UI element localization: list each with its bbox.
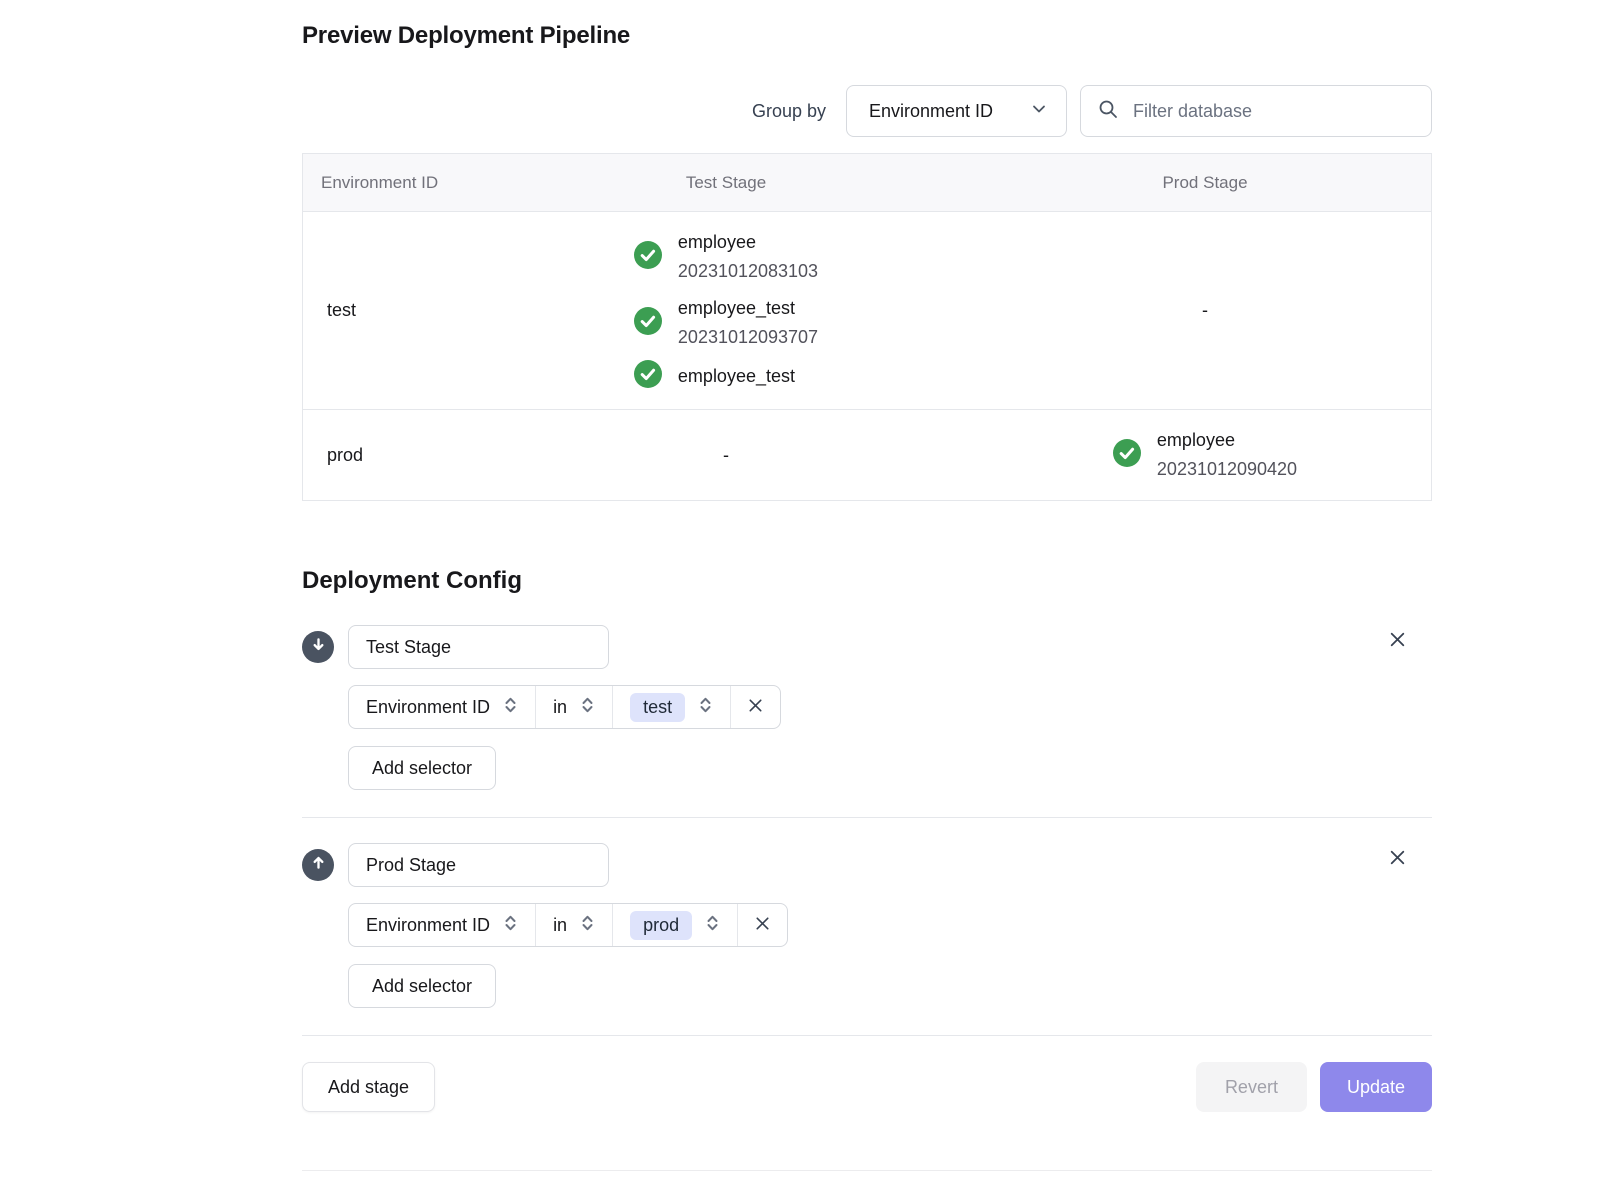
database-version: 20231012083103 [678,257,818,286]
database-name: employee [678,228,818,257]
sort-chevrons-icon [503,913,518,938]
selector-operator-select[interactable]: in [535,686,612,728]
remove-stage-button[interactable] [1383,843,1412,875]
selector-value-select[interactable]: test [612,686,730,728]
selector-value-select[interactable]: prod [612,904,737,946]
test-stage-empty: - [473,445,979,466]
test-stage-cell: employee 20231012083103 employee_test 20… [473,212,979,409]
add-stage-button[interactable]: Add stage [302,1062,435,1112]
prod-stage-empty: - [979,300,1431,321]
chevron-down-icon [1030,100,1048,123]
selector-operator-value: in [553,915,567,936]
deployment-item: employee_test 20231012093707 [634,294,818,352]
database-version: 20231012093707 [678,323,818,352]
deployment-item: employee_test [634,360,795,393]
close-icon [753,914,772,936]
move-stage-down-button[interactable] [302,631,334,663]
bottom-divider [302,1170,1432,1171]
close-icon [1387,638,1408,653]
remove-selector-button[interactable] [730,686,780,728]
sort-chevrons-icon [580,913,595,938]
remove-selector-button[interactable] [737,904,787,946]
page-title: Preview Deployment Pipeline [302,0,1432,50]
filter-database-box [1080,85,1432,137]
main-content: Preview Deployment Pipeline Group by Env… [302,0,1432,1171]
close-icon [746,696,765,718]
sort-chevrons-icon [503,695,518,720]
database-name: employee_test [678,362,795,391]
update-button[interactable]: Update [1320,1062,1432,1112]
deployment-config-title: Deployment Config [302,567,1432,595]
selector-key-value: Environment ID [366,697,490,718]
sort-chevrons-icon [580,695,595,720]
remove-stage-button[interactable] [1383,625,1412,657]
sort-chevrons-icon [705,913,720,938]
move-stage-up-button[interactable] [302,849,334,881]
environment-name: test [303,300,473,321]
database-version: 20231012090420 [1157,455,1297,484]
selector-expression: Environment ID in prod [348,903,788,947]
deployment-item: employee 20231012090420 [1113,426,1297,484]
revert-button[interactable]: Revert [1196,1062,1307,1112]
table-row: prod - employee 20231012090420 [303,410,1431,500]
stage-name-input[interactable] [348,625,609,669]
database-name: employee_test [678,294,818,323]
table-header: Environment ID Test Stage Prod Stage [303,154,1431,212]
divider [302,817,1432,818]
check-circle-icon [634,307,662,340]
add-selector-button[interactable]: Add selector [348,746,496,790]
close-icon [1387,856,1408,871]
group-by-select[interactable]: Environment ID [846,85,1067,137]
config-footer: Add stage Revert Update [302,1062,1432,1112]
arrow-up-icon [310,854,327,876]
column-header-environment-id: Environment ID [303,173,473,193]
sort-chevrons-icon [698,695,713,720]
stage-name-input[interactable] [348,843,609,887]
arrow-down-icon [310,636,327,658]
table-row: test employee 20231012083103 [303,212,1431,410]
stage-config-prod: Environment ID in prod [302,843,1432,1008]
add-selector-button[interactable]: Add selector [348,964,496,1008]
column-header-test-stage: Test Stage [473,173,979,193]
deployment-item: employee 20231012083103 [634,228,818,286]
selector-key-select[interactable]: Environment ID [349,904,535,946]
check-circle-icon [634,241,662,274]
stage-config-test: Environment ID in test [302,625,1432,790]
group-by-selected-value: Environment ID [869,101,993,122]
pipeline-table: Environment ID Test Stage Prod Stage tes… [302,153,1432,501]
environment-name: prod [303,445,473,466]
group-by-label: Group by [752,101,826,122]
search-icon [1098,99,1118,124]
pipeline-controls: Group by Environment ID [302,85,1432,137]
selector-operator-value: in [553,697,567,718]
prod-stage-cell: employee 20231012090420 [979,410,1431,500]
selector-value-tag: test [630,693,685,722]
selector-expression: Environment ID in test [348,685,781,729]
check-circle-icon [634,360,662,393]
database-name: employee [1157,426,1297,455]
selector-key-value: Environment ID [366,915,490,936]
filter-database-input[interactable] [1131,100,1414,123]
selector-value-tag: prod [630,911,692,940]
divider [302,1035,1432,1036]
selector-operator-select[interactable]: in [535,904,612,946]
selector-key-select[interactable]: Environment ID [349,686,535,728]
column-header-prod-stage: Prod Stage [979,173,1431,193]
check-circle-icon [1113,439,1141,472]
